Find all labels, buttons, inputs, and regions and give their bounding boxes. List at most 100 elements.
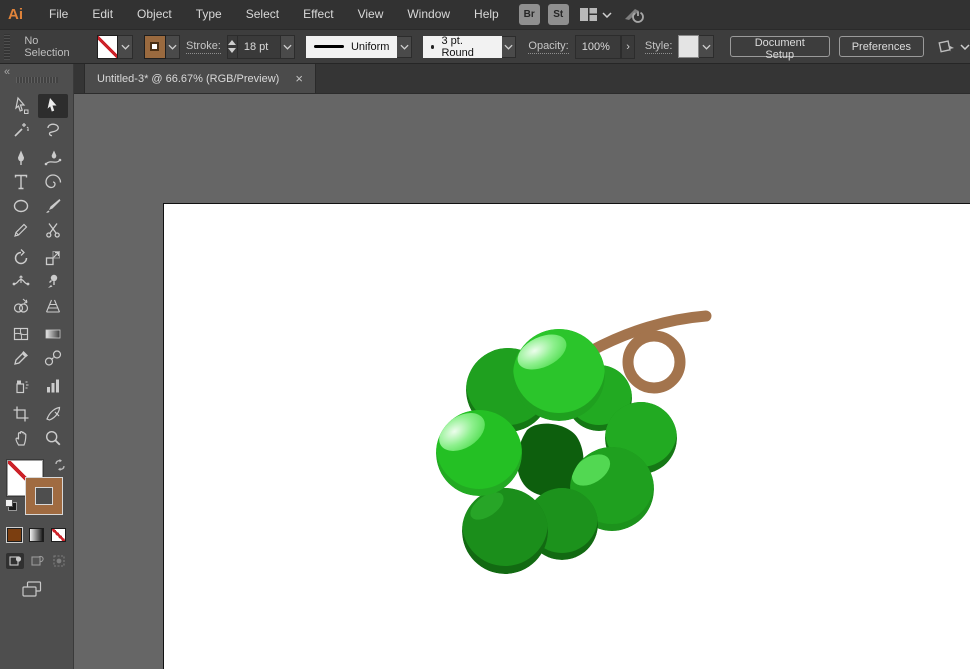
rotate-tool-icon [14, 249, 27, 265]
shape-builder-tool[interactable] [6, 294, 36, 318]
menu-window[interactable]: Window [395, 0, 462, 29]
document-setup-button[interactable]: Document Setup [729, 36, 830, 61]
opacity-field[interactable]: 100% [574, 34, 622, 59]
shape-builder-tool-icon [13, 298, 28, 313]
menu-type[interactable]: Type [184, 0, 234, 29]
magic-wand-tool[interactable] [6, 118, 36, 142]
default-fill-stroke-icon[interactable] [4, 498, 18, 512]
fill-color-swatch[interactable] [96, 34, 119, 59]
preferences-button[interactable]: Preferences [838, 36, 924, 57]
style-label[interactable]: Style: [644, 40, 673, 54]
curvature-tool[interactable] [38, 146, 68, 170]
screen-mode-icon[interactable] [22, 581, 46, 598]
draw-inside-button[interactable] [50, 553, 68, 569]
chevron-down-icon [121, 44, 130, 50]
workspace-switcher[interactable] [579, 7, 612, 22]
scale-tool-icon [45, 251, 60, 266]
gradient-button[interactable] [29, 528, 44, 542]
draw-behind-button[interactable] [28, 553, 46, 569]
width-profile-field[interactable]: Uniform [305, 35, 398, 58]
app-logo: Ai [8, 6, 23, 23]
menu-file[interactable]: File [37, 0, 80, 29]
stroke-weight-dropdown[interactable] [280, 34, 296, 59]
none-button[interactable] [51, 528, 66, 542]
width-tool[interactable] [6, 270, 36, 294]
menu-bar: Ai File Edit Object Type Select Effect V… [0, 0, 970, 29]
scale-tool[interactable] [38, 246, 68, 270]
rotate-tool[interactable] [6, 246, 36, 270]
collapse-panel-button[interactable]: « [4, 66, 10, 78]
stroke-weight-label[interactable]: Stroke: [186, 40, 221, 54]
shaper-tool[interactable] [6, 218, 36, 242]
menu-select[interactable]: Select [234, 0, 291, 29]
magic-wand-tool-icon [13, 123, 29, 137]
stroke-color-dropdown[interactable] [165, 34, 181, 59]
brush-dropdown[interactable] [501, 35, 517, 58]
document-tab[interactable]: Untitled-3* @ 66.67% (RGB/Preview) × [84, 64, 316, 93]
brush-field[interactable]: 3 pt. Round [422, 35, 502, 59]
perspective-grid-tool[interactable] [38, 294, 68, 318]
tab-close-icon[interactable]: × [295, 72, 303, 85]
grapes-artwork[interactable] [420, 290, 740, 590]
perspective-grid-tool-icon [45, 299, 60, 313]
opacity-label[interactable]: Opacity: [528, 40, 569, 54]
stroke-weight-stepper[interactable] [226, 34, 238, 59]
stroke-color-swatch[interactable] [143, 34, 166, 59]
menu-object[interactable]: Object [125, 0, 184, 29]
slice-tool[interactable] [38, 402, 68, 426]
fill-color-dropdown[interactable] [118, 34, 133, 59]
width-profile-dropdown[interactable] [397, 35, 412, 58]
lasso-tool[interactable] [38, 118, 68, 142]
color-button[interactable] [6, 527, 23, 543]
opacity-more-button[interactable]: › [621, 34, 635, 59]
zoom-tool-icon [45, 430, 60, 446]
menu-view[interactable]: View [346, 0, 396, 29]
curvature-tool-icon [44, 150, 61, 166]
direct-selection-tool[interactable] [6, 94, 36, 118]
stroke-weight-field[interactable]: 18 pt [237, 34, 281, 59]
mesh-tool-icon [13, 327, 28, 341]
menu-edit[interactable]: Edit [80, 0, 125, 29]
artboard-tool-icon [13, 406, 28, 422]
paintbrush-tool[interactable] [38, 194, 68, 218]
artboard-tool[interactable] [6, 402, 36, 426]
controlbar-grip[interactable] [4, 33, 11, 60]
chevron-down-icon [602, 11, 612, 18]
menu-effect[interactable]: Effect [291, 0, 345, 29]
column-graph-tool[interactable] [38, 374, 68, 398]
canvas-pasteboard[interactable] [74, 94, 970, 669]
scissors-tool[interactable] [38, 218, 68, 242]
bridge-button[interactable]: Br [518, 4, 540, 25]
chevron-down-icon [283, 44, 292, 50]
gradient-tool[interactable] [38, 322, 68, 346]
symbol-sprayer-tool[interactable] [6, 374, 36, 398]
swap-fill-stroke-icon[interactable] [53, 458, 67, 472]
type-tool[interactable] [6, 170, 36, 194]
ellipse-tool[interactable] [6, 194, 36, 218]
style-dropdown[interactable] [699, 35, 714, 58]
eyedropper-tool[interactable] [6, 346, 36, 370]
document-tab-title: Untitled-3* @ 66.67% (RGB/Preview) [97, 72, 280, 85]
color-mode-row [6, 527, 73, 543]
puppet-warp-tool[interactable] [38, 270, 68, 294]
draw-normal-button[interactable] [6, 553, 24, 569]
panel-grip[interactable] [16, 77, 58, 83]
stroke-swatch-brown[interactable] [25, 477, 63, 515]
select-similar-button[interactable] [934, 38, 970, 56]
menu-help[interactable]: Help [462, 0, 511, 29]
width-profile-value: Uniform [350, 40, 390, 53]
draw-behind-icon [30, 555, 44, 566]
style-swatch[interactable] [678, 35, 700, 58]
mesh-tool[interactable] [6, 322, 36, 346]
pen-tool[interactable] [6, 146, 36, 170]
stock-button[interactable]: St [547, 4, 569, 25]
blend-tool[interactable] [38, 346, 68, 370]
illustrator-window: Ai File Edit Object Type Select Effect V… [0, 0, 970, 669]
selection-tool[interactable] [37, 94, 68, 118]
slice-tool-icon [45, 406, 60, 421]
stepper-up-icon [228, 40, 237, 45]
zoom-tool[interactable] [38, 426, 68, 450]
spiral-tool[interactable] [38, 170, 68, 194]
hand-tool[interactable] [6, 426, 36, 450]
gpu-performance-button[interactable] [622, 6, 646, 24]
